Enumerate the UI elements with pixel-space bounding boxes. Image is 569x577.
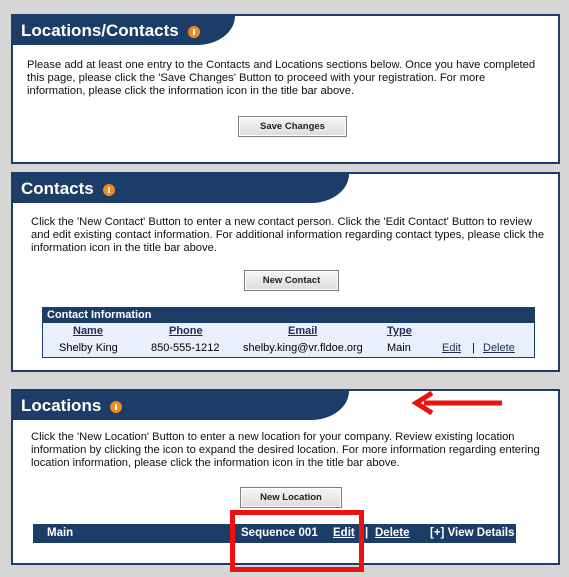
info-icon[interactable] (110, 400, 123, 413)
red-arrow-annotation (411, 391, 502, 415)
column-header-phone[interactable]: Phone (169, 325, 203, 337)
column-header-name[interactable]: Name (73, 325, 103, 337)
red-highlight-box (230, 510, 364, 572)
info-icon[interactable] (187, 25, 200, 38)
contacts-panel: Contacts Click the 'New Contact' Button … (11, 172, 560, 372)
column-header-email[interactable]: Email (288, 325, 317, 337)
locations-contacts-description: Please add at least one entry to the Con… (27, 59, 536, 97)
contacts-title: Contacts (21, 179, 94, 198)
locations-contacts-title-tab: Locations/Contacts (13, 16, 235, 45)
contact-table-title: Contact Information (43, 308, 534, 323)
link-separator: | (472, 342, 475, 354)
locations-contacts-title: Locations/Contacts (21, 21, 179, 40)
contacts-header: Contacts (13, 174, 558, 203)
contact-information-table: Contact Information Name Phone Email Typ… (42, 307, 535, 358)
info-icon[interactable] (102, 183, 115, 196)
contacts-description: Click the 'New Contact' Button to enter … (31, 216, 545, 254)
location-name: Main (47, 527, 74, 539)
locations-contacts-header: Locations/Contacts (13, 16, 558, 45)
contact-type: Main (387, 342, 411, 354)
delete-location-link[interactable]: Delete (375, 527, 410, 539)
delete-contact-link[interactable]: Delete (483, 342, 515, 354)
locations-title: Locations (21, 396, 102, 415)
table-row: Shelby King 850-555-1212 shelby.king@vr.… (43, 340, 534, 357)
locations-title-tab: Locations (13, 391, 349, 420)
contacts-title-tab: Contacts (13, 174, 349, 203)
contact-table-header-row: Name Phone Email Type (43, 323, 534, 340)
link-separator: | (365, 527, 369, 539)
edit-contact-link[interactable]: Edit (442, 342, 461, 354)
locations-contacts-panel: Locations/Contacts Please add at least o… (11, 14, 560, 164)
contact-name: Shelby King (59, 342, 118, 354)
contact-email: shelby.king@vr.fldoe.org (243, 342, 363, 354)
contact-phone: 850-555-1212 (151, 342, 220, 354)
new-contact-button[interactable]: New Contact (244, 270, 339, 291)
view-details-link[interactable]: [+] View Details (430, 527, 514, 539)
save-changes-button[interactable]: Save Changes (238, 116, 347, 137)
locations-description: Click the 'New Location' Button to enter… (31, 431, 540, 469)
column-header-type[interactable]: Type (387, 325, 412, 337)
new-location-button[interactable]: New Location (240, 487, 342, 508)
